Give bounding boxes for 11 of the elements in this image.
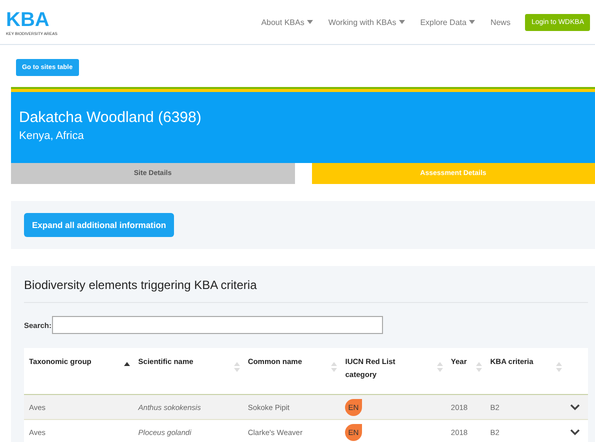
site-title: Dakatcha Woodland (6398) xyxy=(19,109,202,126)
nav-link[interactable]: News xyxy=(490,18,510,26)
section-title: Biodiversity elements triggering KBA criteria xyxy=(24,278,588,303)
site-location: Kenya, Africa xyxy=(19,130,85,142)
chevron-down-icon[interactable] xyxy=(570,404,580,410)
search-field[interactable] xyxy=(52,316,383,334)
chevron-down-icon[interactable] xyxy=(570,428,580,436)
nav-link[interactable]: Working with KBAs xyxy=(328,18,406,26)
nav-link[interactable]: Explore Data xyxy=(420,18,476,26)
expand-button[interactable]: Expand all additional information xyxy=(24,213,174,237)
nav-link[interactable]: About KBAs xyxy=(261,18,314,26)
